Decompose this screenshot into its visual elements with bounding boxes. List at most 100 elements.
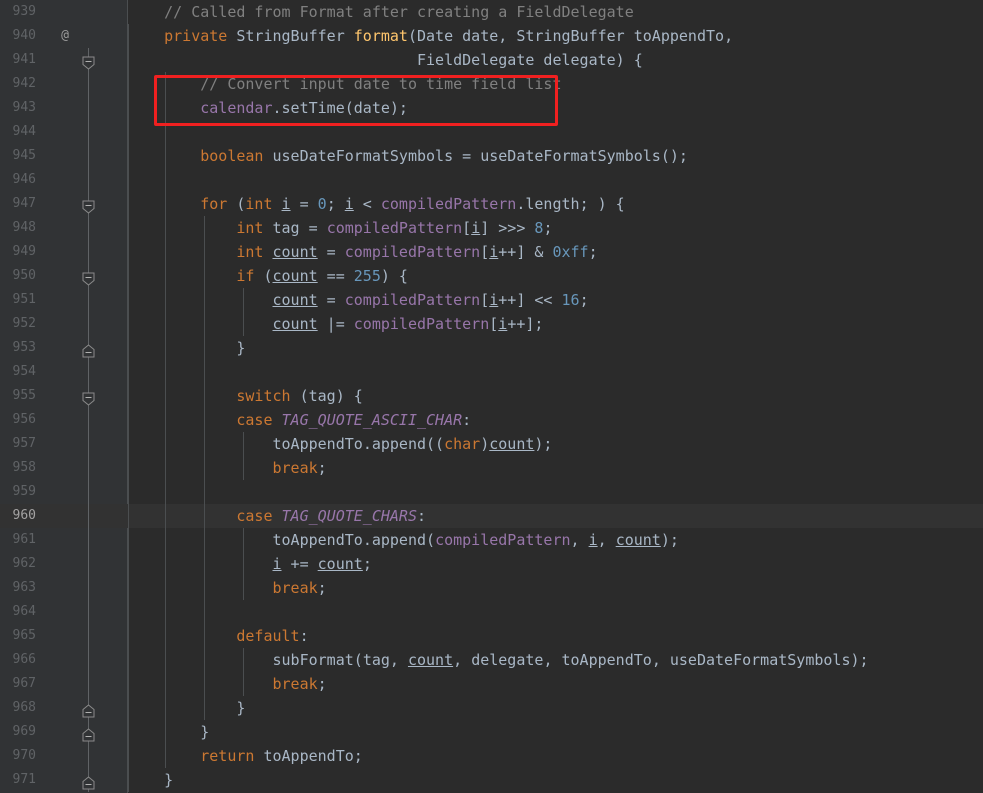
code-text: FieldDelegate delegate) { xyxy=(416,51,643,69)
code-line[interactable]: 939 // Called from Format after creating… xyxy=(0,0,983,24)
code-line[interactable]: 943 calendar.setTime(date); xyxy=(0,96,983,120)
line-number: 956 xyxy=(12,412,36,427)
code-line[interactable]: 971 } xyxy=(0,768,983,792)
line-number: 971 xyxy=(12,772,36,787)
code-text: for (int i = 0; i < compiledPattern.leng… xyxy=(200,195,625,213)
line-number: 939 xyxy=(12,4,36,19)
code-text: case TAG_QUOTE_ASCII_CHAR: xyxy=(236,411,472,429)
code-line[interactable]: 940 @ private StringBuffer format(Date da… xyxy=(0,24,983,48)
line-number: 957 xyxy=(12,436,36,451)
line-number: 970 xyxy=(12,748,36,763)
line-number: 964 xyxy=(12,604,36,619)
line-number: 961 xyxy=(12,532,36,547)
fold-down-icon[interactable] xyxy=(82,389,95,406)
line-number: 965 xyxy=(12,628,36,643)
line-number: 949 xyxy=(12,244,36,259)
line-number: 952 xyxy=(12,316,36,331)
fold-up-icon[interactable] xyxy=(82,701,95,718)
code-line[interactable]: 963 break; xyxy=(0,576,983,600)
code-line[interactable]: 957 toAppendTo.append((char)count); xyxy=(0,432,983,456)
code-text: count |= compiledPattern[i++]; xyxy=(272,315,544,333)
code-text: if (count == 255) { xyxy=(236,267,408,285)
code-line[interactable]: 947 for (int i = 0; i < compiledPattern.… xyxy=(0,192,983,216)
code-line[interactable]: 945 boolean useDateFormatSymbols = useDa… xyxy=(0,144,983,168)
code-line[interactable]: 942 // Convert input date to time field … xyxy=(0,72,983,96)
line-number: 940 xyxy=(12,28,36,43)
fold-rail xyxy=(88,48,89,792)
code-line[interactable]: 962 i += count; xyxy=(0,552,983,576)
code-line[interactable]: 959 xyxy=(0,480,983,504)
line-number: 946 xyxy=(12,172,36,187)
code-text: int tag = compiledPattern[i] >>> 8; xyxy=(236,219,553,237)
code-line[interactable]: 946 xyxy=(0,168,983,192)
code-text: count = compiledPattern[i++] << 16; xyxy=(272,291,589,309)
line-number: 966 xyxy=(12,652,36,667)
code-text: i += count; xyxy=(272,555,372,573)
code-text: break; xyxy=(272,579,327,597)
line-number: 953 xyxy=(12,340,36,355)
code-line[interactable]: 954 xyxy=(0,360,983,384)
fold-down-icon[interactable] xyxy=(82,197,95,214)
code-line[interactable]: 970 return toAppendTo; xyxy=(0,744,983,768)
line-number: 967 xyxy=(12,676,36,691)
code-text: break; xyxy=(272,459,327,477)
code-line[interactable]: 958 break; xyxy=(0,456,983,480)
line-number: 954 xyxy=(12,364,36,379)
line-number: 963 xyxy=(12,580,36,595)
line-number: 947 xyxy=(12,196,36,211)
code-line[interactable]: 965 default: xyxy=(0,624,983,648)
code-line[interactable]: 952 count |= compiledPattern[i++]; xyxy=(0,312,983,336)
fold-up-icon[interactable] xyxy=(82,773,95,790)
code-text: } xyxy=(236,699,246,717)
line-number: 944 xyxy=(12,124,36,139)
code-editor[interactable]: 939 // Called from Format after creating… xyxy=(0,0,983,793)
line-number: 958 xyxy=(12,460,36,475)
code-text: } xyxy=(200,723,210,741)
fold-down-icon[interactable] xyxy=(82,53,95,70)
line-number: 941 xyxy=(12,52,36,67)
code-line[interactable]: 944 xyxy=(0,120,983,144)
line-number: 959 xyxy=(12,484,36,499)
code-text: calendar.setTime(date); xyxy=(200,99,408,117)
line-number: 942 xyxy=(12,76,36,91)
code-text: } xyxy=(164,771,174,789)
line-number: 945 xyxy=(12,148,36,163)
code-line[interactable]: 968 } xyxy=(0,696,983,720)
code-text: switch (tag) { xyxy=(236,387,363,405)
code-line[interactable]: 948 int tag = compiledPattern[i] >>> 8; xyxy=(0,216,983,240)
line-number: 968 xyxy=(12,700,36,715)
code-line[interactable]: 956 case TAG_QUOTE_ASCII_CHAR: xyxy=(0,408,983,432)
fold-up-icon[interactable] xyxy=(82,725,95,742)
code-line[interactable]: 964 xyxy=(0,600,983,624)
fold-up-icon[interactable] xyxy=(82,341,95,358)
code-text: } xyxy=(236,339,246,357)
override-marker-icon[interactable]: @ xyxy=(56,24,74,48)
code-text: subFormat(tag, count, delegate, toAppend… xyxy=(272,651,869,669)
code-text: default: xyxy=(236,627,309,645)
line-number: 960 xyxy=(12,508,36,523)
code-line[interactable]: 966 subFormat(tag, count, delegate, toAp… xyxy=(0,648,983,672)
code-line[interactable]: 951 count = compiledPattern[i++] << 16; xyxy=(0,288,983,312)
fold-down-icon[interactable] xyxy=(82,269,95,286)
code-line[interactable]: 960 case TAG_QUOTE_CHARS: xyxy=(0,504,983,528)
code-text: boolean useDateFormatSymbols = useDateFo… xyxy=(200,147,688,165)
code-line[interactable]: 949 int count = compiledPattern[i++] & 0… xyxy=(0,240,983,264)
code-line[interactable]: 961 toAppendTo.append(compiledPattern, i… xyxy=(0,528,983,552)
code-text: // Convert input date to time field list xyxy=(200,75,562,93)
code-text: // Called from Format after creating a F… xyxy=(164,3,634,21)
code-line[interactable]: 955 switch (tag) { xyxy=(0,384,983,408)
code-text: toAppendTo.append(compiledPattern, i, co… xyxy=(272,531,679,549)
code-line[interactable]: 969 } xyxy=(0,720,983,744)
code-line[interactable]: 967 break; xyxy=(0,672,983,696)
code-line[interactable]: 950 if (count == 255) { xyxy=(0,264,983,288)
line-number: 969 xyxy=(12,724,36,739)
code-line[interactable]: 953 } xyxy=(0,336,983,360)
line-number: 948 xyxy=(12,220,36,235)
line-number: 951 xyxy=(12,292,36,307)
line-number: 955 xyxy=(12,388,36,403)
line-number: 943 xyxy=(12,100,36,115)
code-text: toAppendTo.append((char)count); xyxy=(272,435,553,453)
code-line[interactable]: 941 FieldDelegate delegate) { xyxy=(0,48,983,72)
line-number: 962 xyxy=(12,556,36,571)
line-number: 950 xyxy=(12,268,36,283)
